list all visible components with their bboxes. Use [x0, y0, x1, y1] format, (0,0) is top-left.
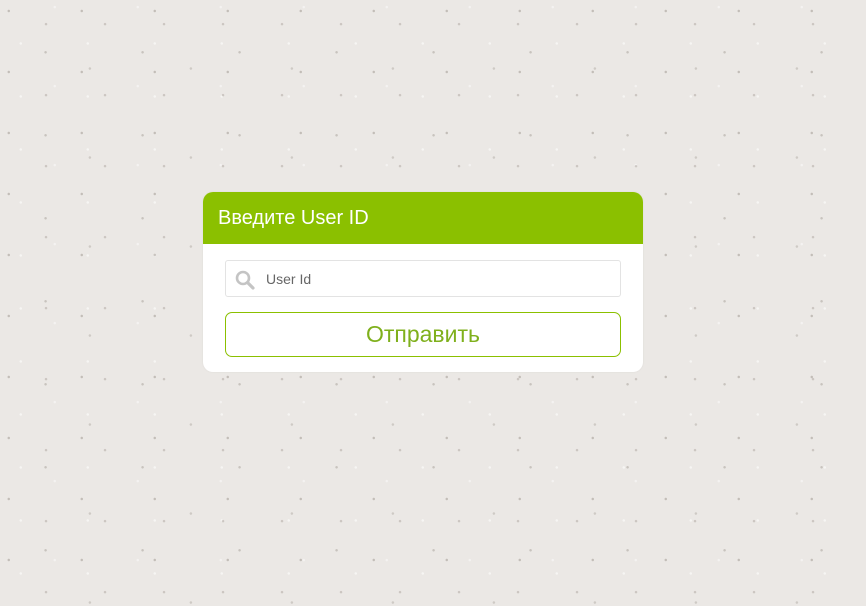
search-icon [235, 270, 255, 290]
dialog-title: Введите User ID [203, 192, 643, 244]
user-id-input[interactable] [266, 261, 606, 296]
user-id-dialog: Введите User ID Отправить [203, 192, 643, 372]
submit-button[interactable]: Отправить [225, 312, 621, 357]
user-id-field[interactable] [225, 260, 621, 297]
